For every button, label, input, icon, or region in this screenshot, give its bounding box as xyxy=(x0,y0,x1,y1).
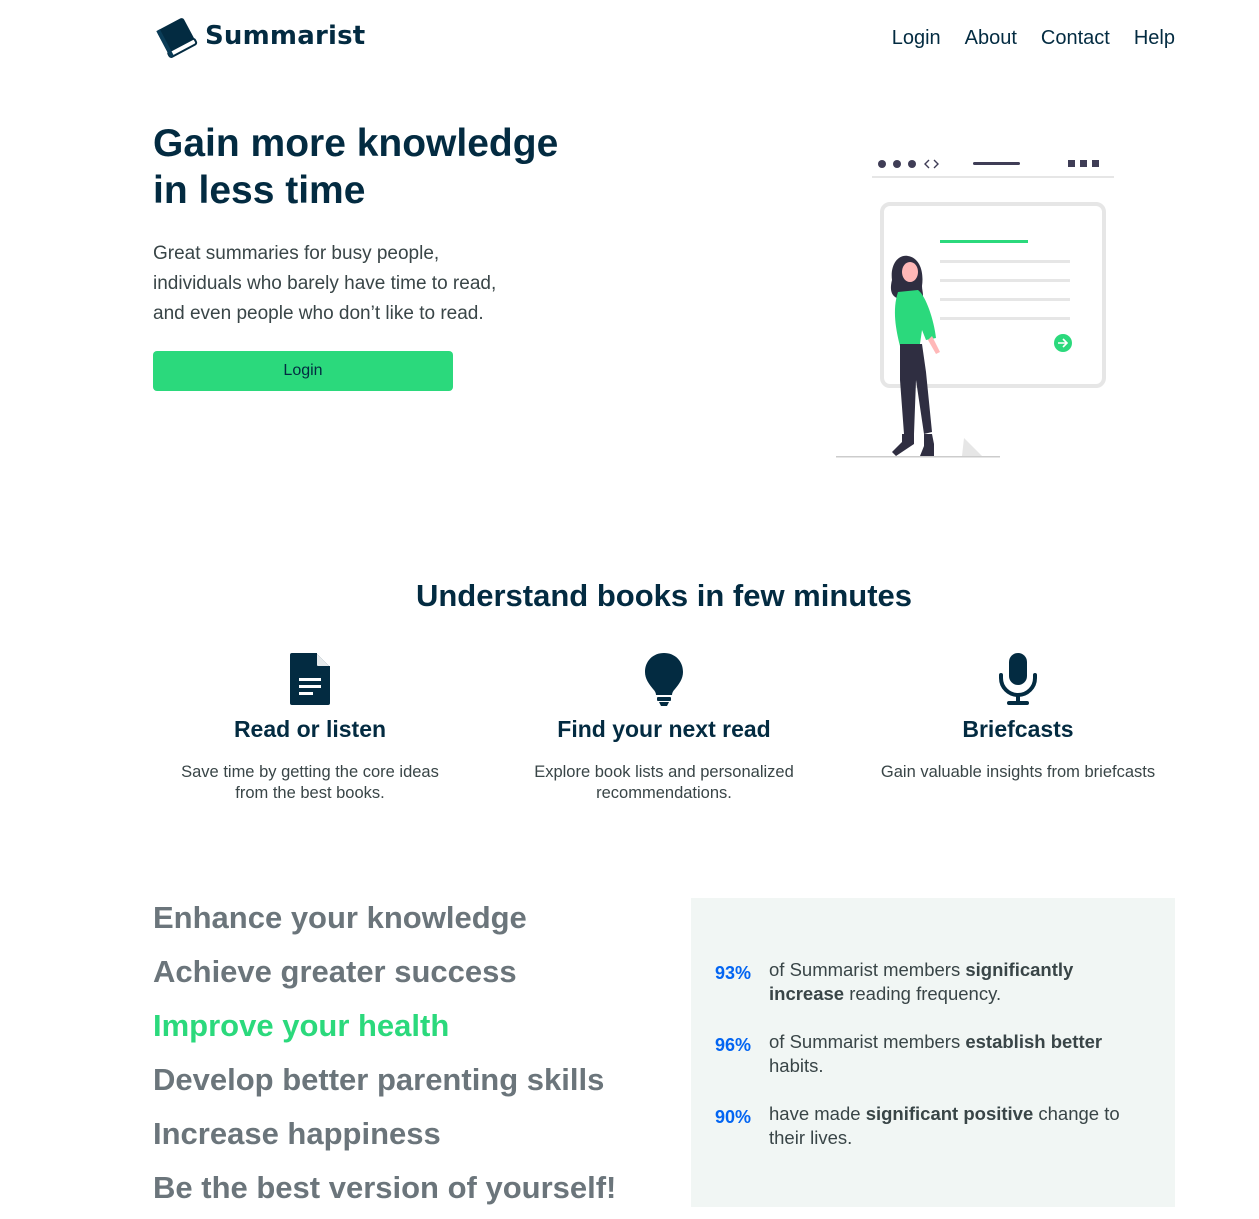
stat-number: 90% xyxy=(715,1107,752,1127)
feature-briefcasts: Briefcasts Gain valuable insights from b… xyxy=(858,650,1178,783)
hero-title-line1: Gain more knowledge xyxy=(153,122,559,165)
feature-desc-line1: Save time by getting the core ideas xyxy=(181,763,439,781)
stat-text: of Summarist members significantly incre… xyxy=(769,958,1149,1006)
hero-subtitle-line3: and even people who don’t like to read. xyxy=(153,303,484,324)
lightbulb-icon xyxy=(645,653,683,706)
feature-description: Explore book lists and personalized reco… xyxy=(504,762,824,804)
stat-number: 93% xyxy=(715,963,752,983)
hero-title: Gain more knowledge in less time xyxy=(153,120,613,214)
benefit-heading: Enhance your knowledge xyxy=(153,900,527,935)
hero-subtitle-line1: Great summaries for busy people, xyxy=(153,243,440,264)
benefit-heading: Achieve greater success xyxy=(153,954,517,989)
hero-illustration xyxy=(836,159,1114,458)
stat-text: have made significant positive change to… xyxy=(769,1102,1149,1150)
hero-subtitle-line2: individuals who barely have time to read… xyxy=(153,273,497,294)
nav-links: Login About Contact Help xyxy=(892,27,1175,50)
nav-contact-link[interactable]: Contact xyxy=(1041,27,1110,50)
stat-text-pre: have made xyxy=(769,1103,866,1124)
feature-title: Find your next read xyxy=(557,716,771,742)
benefit-heading: Increase happiness xyxy=(153,1116,441,1151)
stat-text-post: habits. xyxy=(769,1055,824,1076)
document-icon xyxy=(290,653,330,705)
stat-item: 96% of Summarist members establish bette… xyxy=(715,1030,1175,1078)
hero-title-line2: in less time xyxy=(153,169,366,212)
feature-desc-line2: recommendations. xyxy=(596,784,732,802)
stat-text-post: reading frequency. xyxy=(844,983,1002,1004)
feature-desc-line1: Gain valuable insights from briefcasts xyxy=(880,763,1156,781)
benefit-heading-active: Improve your health xyxy=(153,1008,450,1043)
benefit-heading: Develop better parenting skills xyxy=(153,1062,605,1097)
benefit-headings: Enhance your knowledge Achieve greater s… xyxy=(153,898,616,1219)
benefit-heading: Be the best version of yourself! xyxy=(153,1170,617,1205)
feature-read-or-listen: Read or listen Save time by getting the … xyxy=(150,650,470,804)
feature-title: Briefcasts xyxy=(962,716,1074,742)
microphone-icon xyxy=(999,653,1037,705)
brand-name: Summarist xyxy=(205,21,366,51)
feature-desc-line2: from the best books. xyxy=(235,784,385,802)
stats-panel: 93% of Summarist members significantly i… xyxy=(691,898,1175,1207)
feature-title: Read or listen xyxy=(233,716,387,742)
top-nav: Summarist Login About Contact Help xyxy=(0,0,1259,80)
stat-text-pre: of Summarist members xyxy=(769,959,966,980)
feature-desc-line1: Explore book lists and personalized xyxy=(534,763,794,781)
features-title: Understand books in few minutes xyxy=(415,578,913,613)
feature-description: Gain valuable insights from briefcasts xyxy=(858,762,1178,783)
logo[interactable]: Summarist xyxy=(153,12,365,60)
stat-text: of Summarist members establish better ha… xyxy=(769,1030,1149,1078)
hero-login-button[interactable]: Login xyxy=(153,351,453,391)
nav-login-link[interactable]: Login xyxy=(892,27,941,50)
feature-description: Save time by getting the core ideas from… xyxy=(150,762,470,804)
stat-text-bold: establish better xyxy=(965,1031,1103,1052)
book-logo-icon xyxy=(156,18,198,58)
stat-item: 90% have made significant positive chang… xyxy=(715,1102,1175,1150)
feature-find-next-read: Find your next read Explore book lists a… xyxy=(504,650,824,804)
hero-subtitle: Great summaries for busy people, individ… xyxy=(153,239,533,329)
stat-text-bold: significant positive xyxy=(865,1103,1034,1124)
stat-item: 93% of Summarist members significantly i… xyxy=(715,958,1175,1006)
nav-help-link[interactable]: Help xyxy=(1134,27,1175,50)
stat-number: 96% xyxy=(715,1035,752,1055)
nav-about-link[interactable]: About xyxy=(965,27,1017,50)
stat-text-pre: of Summarist members xyxy=(769,1031,966,1052)
